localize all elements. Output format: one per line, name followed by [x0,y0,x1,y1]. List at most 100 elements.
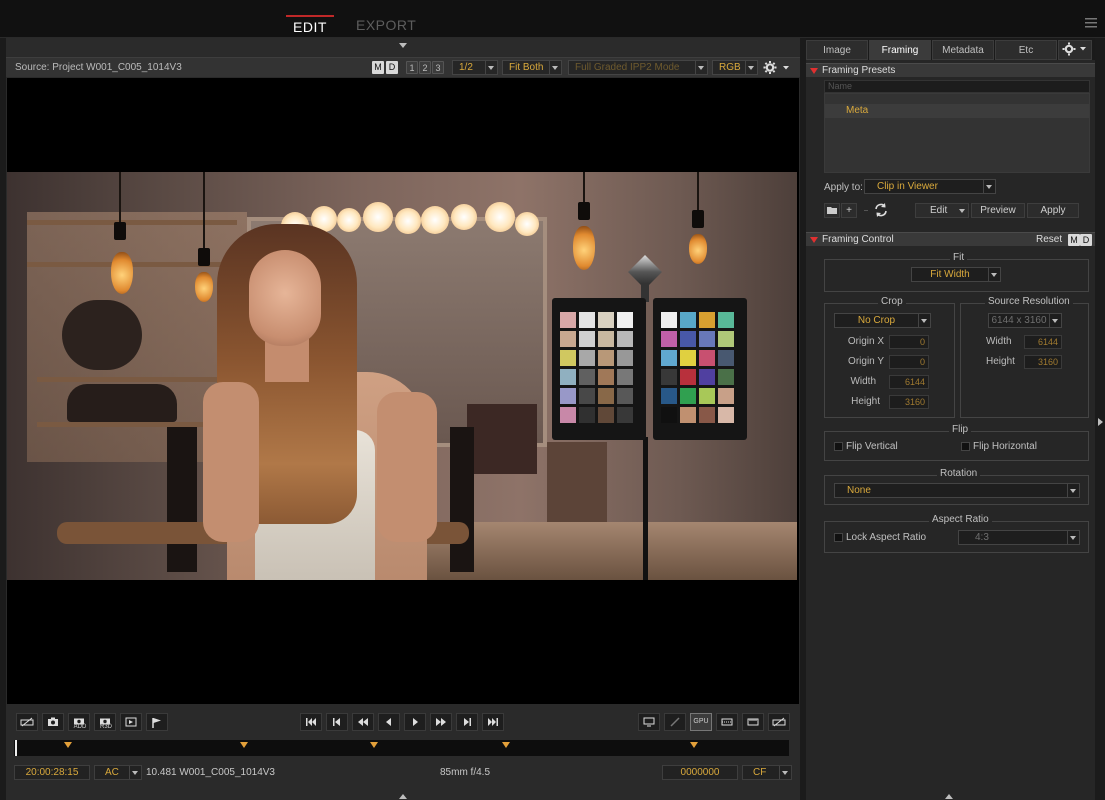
open-folder-button[interactable] [824,203,840,218]
flip-vertical-checkbox[interactable] [834,442,843,451]
overlay-button[interactable] [768,713,790,731]
origin-x-field[interactable]: 0 [889,335,929,349]
timecode-mode-select[interactable]: AC [94,765,142,780]
apply-button[interactable]: Apply [1027,203,1079,218]
channel-select[interactable]: RGB [712,60,758,75]
safe-area-button[interactable] [716,713,738,731]
apply-to-select[interactable]: Clip in Viewer [864,179,996,194]
resolution-select[interactable]: 1/2 [452,60,498,75]
timeline-scrubber[interactable] [14,740,789,756]
source-resolution-select[interactable]: 6144 x 3160 [988,313,1062,328]
playhead[interactable] [15,740,17,756]
monitor-m-button[interactable]: M [372,61,384,74]
panel-settings-button[interactable] [1058,40,1092,60]
viewer-toolbar: Source: Project W001_C005_1014V3 M D 1 2… [6,57,800,77]
control-d-button[interactable]: D [1080,234,1092,246]
next-icon [464,718,471,726]
edit-preset-button[interactable]: Edit [915,203,969,218]
timecode-display[interactable]: 20:00:28:15 [14,765,90,780]
tab-framing[interactable]: Framing [869,40,931,60]
refresh-presets-button[interactable] [872,201,892,219]
preview-button[interactable]: Preview [971,203,1025,218]
menu-icon[interactable] [1085,18,1097,28]
tab-metadata[interactable]: Metadata [932,40,994,60]
tab-image[interactable]: Image [806,40,868,60]
preset-name-column[interactable]: Name [824,80,1090,93]
crop-width-field[interactable]: 6144 [889,375,929,389]
aspect-ratio-select[interactable]: 4:3 [958,530,1080,545]
view-2-button[interactable]: 2 [419,61,431,74]
tab-edit[interactable]: EDIT [286,15,334,35]
fit-value: Fit Both [509,62,544,73]
go-to-end-button[interactable] [482,713,504,731]
clip-mark-button[interactable] [16,713,38,731]
still-frame-button[interactable] [120,713,142,731]
snapshot-button[interactable] [42,713,64,731]
step-back-icon [386,718,391,726]
reset-button[interactable]: Reset [1036,234,1062,245]
gpu-button[interactable]: GPU [690,713,712,731]
timecode-mode-value: AC [105,767,119,778]
timeline-marker[interactable] [64,742,73,748]
folder-icon [827,207,837,214]
crop-mode-select[interactable]: No Crop [834,313,931,328]
control-m-button[interactable]: M [1068,234,1080,246]
video-viewer[interactable] [7,78,799,704]
timeline-marker[interactable] [502,742,511,748]
fit-mode-select[interactable]: Fit Width [911,267,1001,282]
origin-y-field[interactable]: 0 [889,355,929,369]
collapse-top-handle[interactable] [6,38,800,56]
preset-list: Meta [824,93,1090,173]
wand-icon [670,717,680,727]
playback-mode-select[interactable]: Full Graded IPP2 Mode [568,60,708,75]
flip-horizontal-checkbox[interactable] [961,442,970,451]
view-1-button[interactable]: 1 [406,61,418,74]
monitor-button[interactable] [638,713,660,731]
skip-start-icon [306,718,316,726]
play-icon [413,718,418,726]
frame-counter[interactable]: 0000000 [662,765,738,780]
framing-presets-header[interactable]: Framing Presets [806,63,1095,77]
timeline-marker[interactable] [690,742,699,748]
origin-y-label: Origin Y [848,356,884,367]
monitor-d-button[interactable]: D [386,61,398,74]
fit-title: Fit [950,252,968,263]
rewind-button[interactable] [352,713,374,731]
filmstrip-button[interactable] [742,713,764,731]
framing-control-title: Framing Control [822,234,894,245]
chevron-down-icon [988,268,1000,281]
view-3-button[interactable]: 3 [432,61,444,74]
add-preset-button[interactable]: + [841,203,857,218]
crop-height-field[interactable]: 3160 [889,395,929,409]
fast-forward-button[interactable] [430,713,452,731]
chevron-down-icon [485,61,497,74]
go-to-start-button[interactable] [300,713,322,731]
timeline-marker[interactable] [240,742,249,748]
tab-etc[interactable]: Etc [995,40,1057,60]
lock-aspect-checkbox[interactable] [834,533,843,542]
expand-right-icon[interactable] [1098,418,1103,426]
preset-item-meta[interactable]: Meta [825,104,1089,118]
viewer-settings-button[interactable] [762,60,792,75]
collapse-bottom-icon[interactable] [399,794,407,799]
fit-select[interactable]: Fit Both [502,60,562,75]
playback-mode-value: Full Graded IPP2 Mode [575,62,680,73]
step-back-button[interactable] [378,713,400,731]
flip-horizontal-label: Flip Horizontal [973,441,1037,452]
timeline-marker[interactable] [370,742,379,748]
transport-bar: ADD R3D GPU 20:00:28:15 AC 10.481 W001_C… [6,705,800,800]
flag-button[interactable] [146,713,168,731]
collapse-panel-icon[interactable] [945,794,953,799]
rotation-select[interactable]: None [834,483,1080,498]
next-clip-button[interactable] [456,713,478,731]
add-snapshot-button[interactable]: ADD [68,713,90,731]
frame-mode-select[interactable]: CF [742,765,792,780]
source-label: Source: Project W001_C005_1014V3 [15,62,182,73]
tools-button[interactable] [664,713,686,731]
previous-clip-button[interactable] [326,713,348,731]
apply-to-label: Apply to: [824,182,863,193]
chevron-down-icon [129,766,141,779]
r3d-snapshot-button[interactable]: R3D [94,713,116,731]
tab-export[interactable]: EXPORT [356,17,416,33]
play-button[interactable] [404,713,426,731]
